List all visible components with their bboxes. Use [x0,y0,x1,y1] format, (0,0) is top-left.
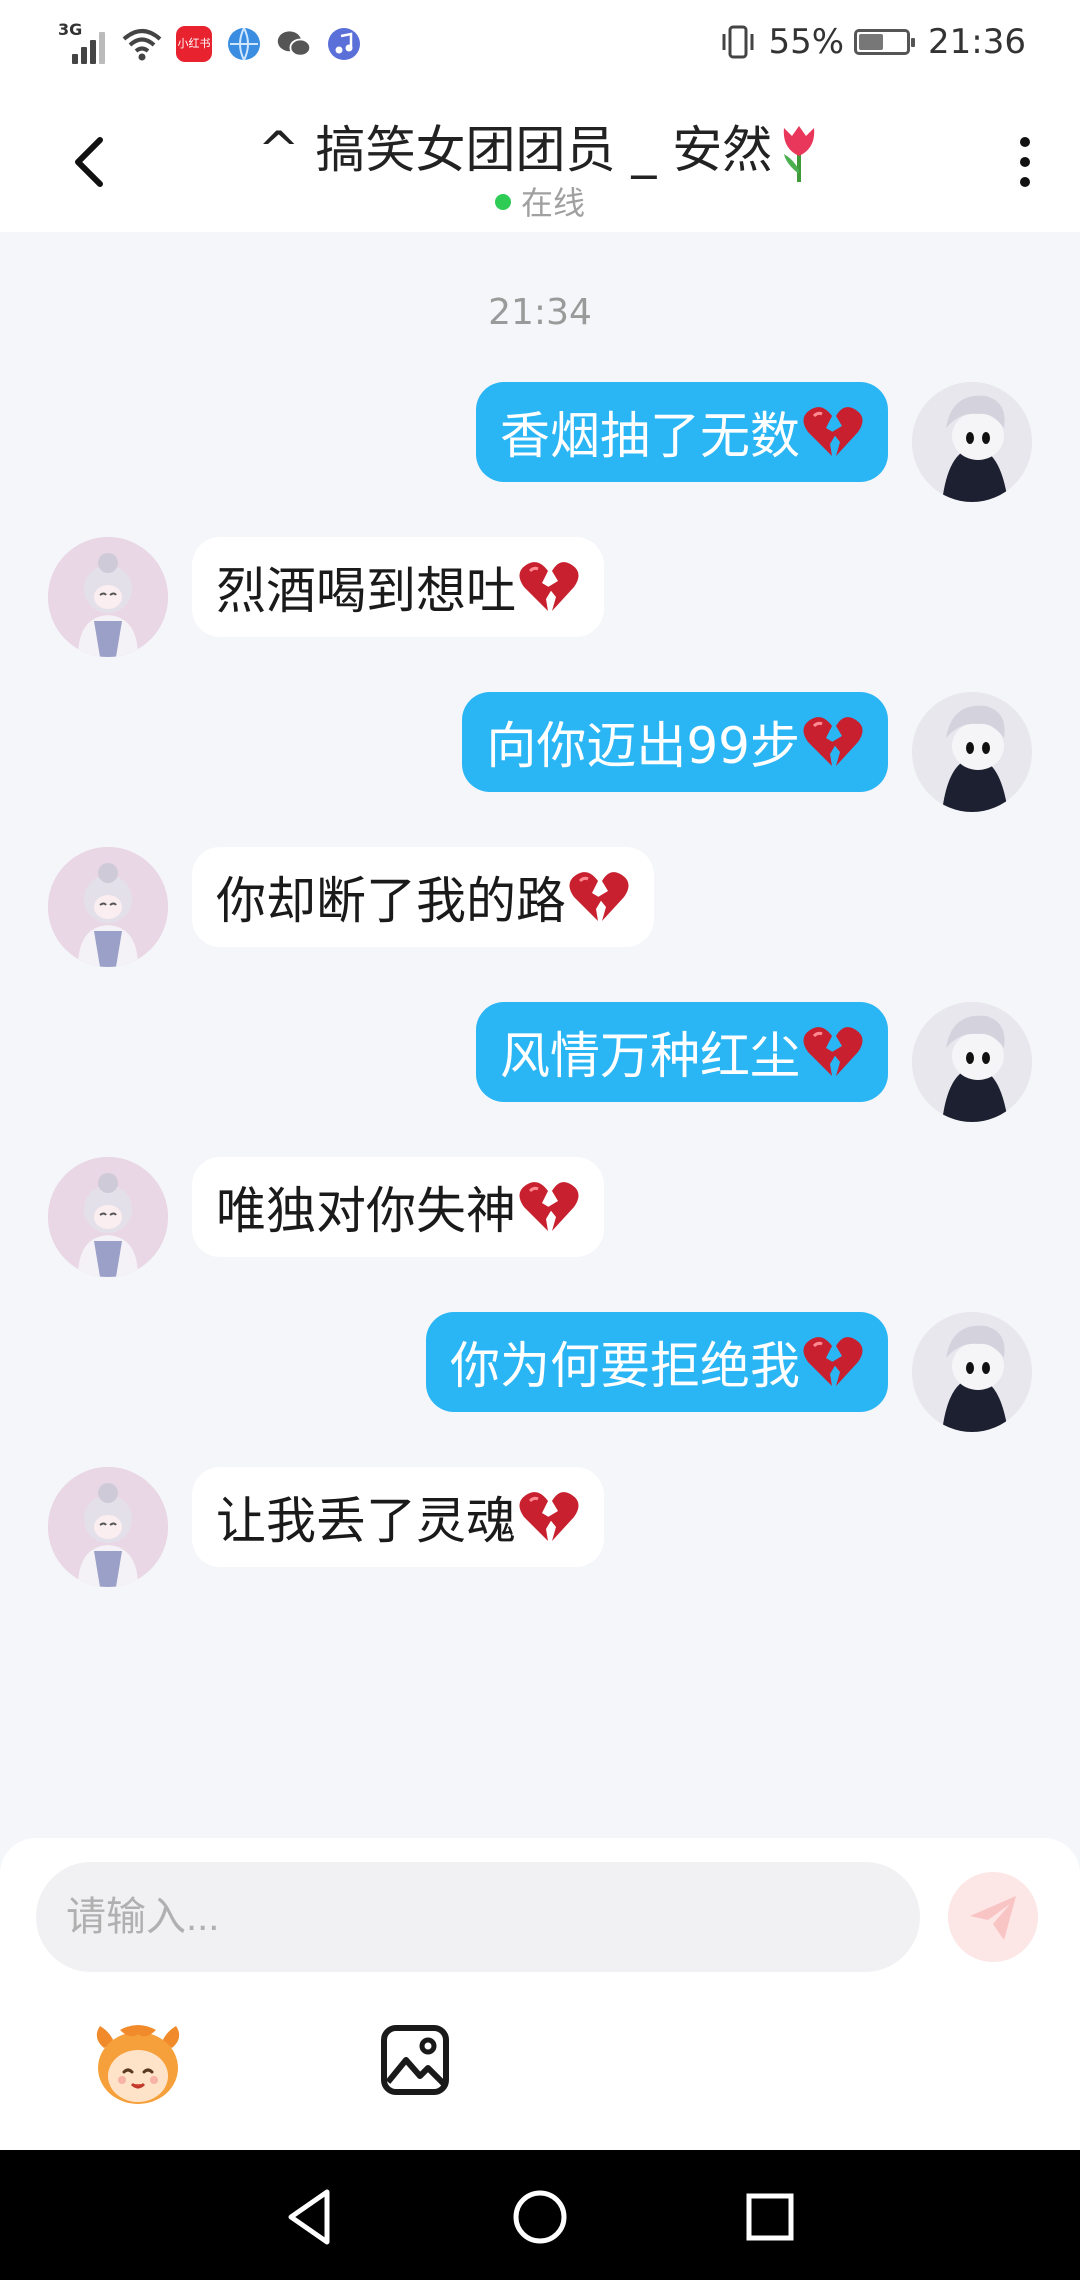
broken-heart-emoji-icon [519,1492,579,1541]
my-avatar[interactable] [912,1002,1032,1122]
message-bubble[interactable]: 让我丢了灵魂 [192,1467,604,1567]
broken-heart-emoji-icon [803,407,863,456]
message-text: 烈酒喝到想吐 [216,562,516,620]
send-button[interactable] [948,1872,1038,1962]
wifi-icon [122,29,162,61]
status-right: 55% 21:36 [718,22,1026,62]
system-navigation-bar [0,2150,1080,2280]
incoming-message-row: 让我丢了灵魂 [0,1467,1080,1597]
broken-heart-emoji-icon [803,1337,863,1386]
nav-back-icon[interactable] [275,2182,345,2252]
incoming-message-row: 烈酒喝到想吐 [0,537,1080,667]
message-bubble[interactable]: 向你迈出99步 [462,692,888,792]
message-bubble[interactable]: 香烟抽了无数 [476,382,888,482]
message-bubble[interactable]: 烈酒喝到想吐 [192,537,604,637]
broken-heart-emoji-icon [519,1182,579,1231]
composer [0,1838,1080,2150]
broken-heart-emoji-icon [569,872,629,921]
broken-heart-emoji-icon [803,717,863,766]
my-avatar[interactable] [912,1312,1032,1432]
message-text: 向你迈出99步 [486,717,800,775]
my-avatar[interactable] [912,692,1032,812]
message-text: 风情万种红尘 [500,1027,800,1085]
outgoing-message-row: 向你迈出99步 [0,692,1080,822]
contact-name: ^ 搞笑女团团员 _ 安然 [257,121,773,179]
outgoing-message-row: 你为何要拒绝我 [0,1312,1080,1442]
music-icon [328,28,360,60]
nav-home-icon[interactable] [505,2182,575,2252]
message-bubble[interactable]: 风情万种红尘 [476,1002,888,1102]
incoming-message-row: 唯独对你失神 [0,1157,1080,1287]
contact-avatar[interactable] [48,847,168,967]
status-left: 3G 小红书 [58,20,362,64]
chat-header: ^ 搞笑女团团员 _ 安然 在线 [0,92,1080,232]
battery-icon [854,29,916,55]
message-text: 你为何要拒绝我 [450,1337,800,1395]
nav-recents-icon[interactable] [735,2182,805,2252]
contact-avatar[interactable] [48,1157,168,1277]
message-text: 香烟抽了无数 [500,407,800,465]
contact-avatar[interactable] [48,537,168,657]
emoji-sticker-icon[interactable] [90,2018,186,2108]
message-bubble[interactable]: 你为何要拒绝我 [426,1312,888,1412]
broken-heart-emoji-icon [803,1027,863,1076]
signal-icon: 3G [58,20,108,64]
incoming-message-row: 你却断了我的路 [0,847,1080,977]
browser-icon [228,27,260,61]
online-dot-icon [494,194,511,210]
broken-heart-emoji-icon [519,562,579,611]
message-list[interactable]: 21:34 香烟抽了无数烈酒喝到想吐向你迈出99步你却断了我的路风情万种红尘唯独… [0,232,1080,1838]
message-text: 唯独对你失神 [216,1182,516,1240]
battery-percent: 55% [768,22,845,62]
vibrate-icon [722,25,754,59]
clock: 21:36 [928,22,1026,62]
status-bar: 3G 小红书 55% 21:36 [0,0,1080,92]
chat-screen: 3G 小红书 55% 21:36 ^ 搞笑女团团员 _ 安然 在线 21:34 … [0,0,1080,2280]
wechat-icon [277,31,312,57]
message-bubble[interactable]: 唯独对你失神 [192,1157,604,1257]
message-text: 让我丢了灵魂 [216,1492,516,1550]
my-avatar[interactable] [912,382,1032,502]
message-input[interactable] [36,1862,920,1972]
online-status: 在线 [0,178,1080,224]
contact-name-title: ^ 搞笑女团团员 _ 安然 [150,110,930,184]
image-picker-icon[interactable] [368,2018,464,2108]
outgoing-message-row: 风情万种红尘 [0,1002,1080,1132]
message-text: 你却断了我的路 [216,872,566,930]
online-status-label: 在线 [520,184,585,222]
xiaohongshu-app-icon: 小红书 [176,26,212,62]
more-options-icon[interactable] [1010,132,1040,192]
tulip-emoji-icon [784,125,815,182]
contact-avatar[interactable] [48,1467,168,1587]
message-bubble[interactable]: 你却断了我的路 [192,847,654,947]
network-type: 3G [58,20,83,39]
outgoing-message-row: 香烟抽了无数 [0,382,1080,512]
message-timestamp: 21:34 [488,292,592,333]
